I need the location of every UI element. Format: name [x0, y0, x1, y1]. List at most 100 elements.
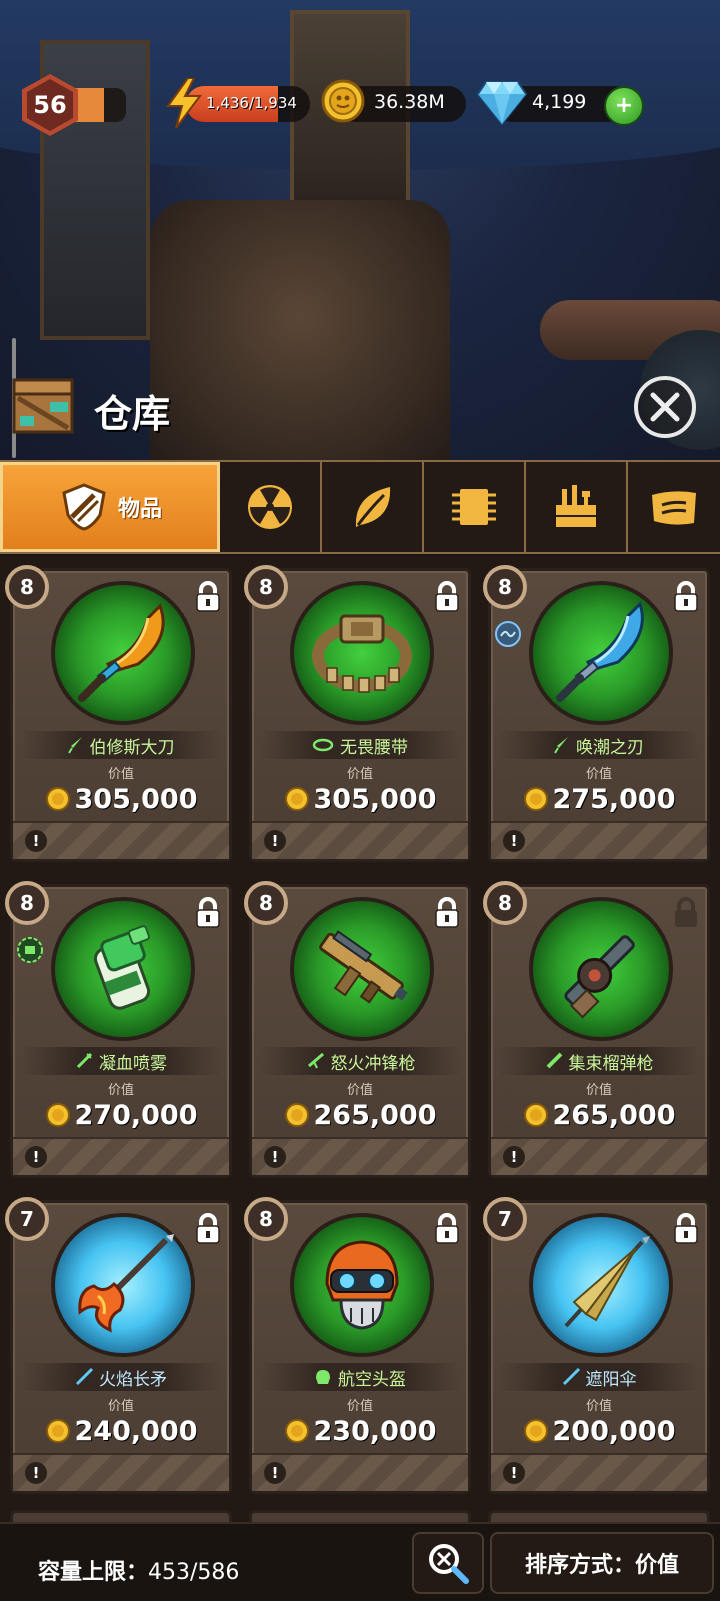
item-value: 265,000 — [552, 1099, 676, 1131]
tier-badge: 7 — [483, 1197, 527, 1241]
coin-icon — [321, 79, 365, 123]
item-card[interactable]: 8 无畏腰带 价值 305,000 ! — [244, 565, 471, 862]
lock-icon[interactable] — [434, 897, 460, 929]
item-card[interactable]: 8 唤潮之刃 价值 275,000 ! — [483, 565, 710, 862]
item-value: 275,000 — [552, 783, 676, 815]
coin-icon — [45, 787, 70, 811]
toolbox-icon — [556, 485, 596, 527]
item-name-row: 航空头盔 — [260, 1363, 460, 1391]
tab-toolbox[interactable] — [526, 462, 628, 552]
item-name-row: 火焰长矛 — [21, 1363, 221, 1391]
coin-icon — [284, 787, 309, 811]
value-label: 价值 — [346, 1083, 373, 1098]
item-name-row: 伯修斯大刀 — [21, 731, 221, 759]
add-gems-button[interactable]: + — [604, 86, 644, 126]
item-card[interactable]: 8 集束榴弹枪 价值 265,000 ! — [483, 881, 710, 1178]
lock-icon[interactable] — [195, 897, 221, 929]
tier-badge: 7 — [5, 1197, 49, 1241]
item-card-partial[interactable] — [488, 1510, 710, 1522]
value-row: 265,000 — [252, 1097, 468, 1133]
item-card[interactable]: 8 怒火冲锋枪 价值 265,000 ! — [244, 881, 471, 1178]
info-icon[interactable]: ! — [503, 1146, 525, 1168]
item-name-row: 无畏腰带 — [260, 731, 460, 759]
belt-icon — [312, 614, 412, 693]
value-row: 305,000 — [252, 781, 468, 817]
tab-label: 物品 — [117, 497, 162, 522]
generator-machine — [150, 200, 450, 460]
tier-badge: 8 — [244, 565, 288, 609]
value-row: 230,000 — [252, 1413, 468, 1449]
info-icon[interactable]: ! — [25, 1146, 47, 1168]
item-card[interactable]: 8 凝血喷雾 价值 270,000 ! — [5, 881, 232, 1178]
blue-blade-icon — [556, 601, 644, 702]
info-icon[interactable]: ! — [264, 1146, 286, 1168]
card-footer: ! — [491, 821, 707, 859]
filter-button[interactable] — [412, 1532, 484, 1594]
card-footer: ! — [491, 1453, 707, 1491]
card-footer: ! — [491, 1137, 707, 1175]
orange-blade-icon — [78, 603, 165, 702]
info-icon[interactable]: ! — [25, 1462, 47, 1484]
lock-icon[interactable] — [673, 897, 699, 929]
item-orb — [290, 581, 434, 725]
card-footer: ! — [252, 1137, 468, 1175]
item-name-row: 集束榴弹枪 — [499, 1047, 699, 1075]
level-value: 56 — [33, 91, 67, 119]
info-icon[interactable]: ! — [503, 830, 525, 852]
item-card-partial[interactable] — [249, 1510, 471, 1522]
energy-bar[interactable]: 1,436/1,934 — [186, 86, 310, 122]
item-card[interactable]: 8 伯修斯大刀 价值 305,000 ! — [5, 565, 232, 862]
item-name: 无畏腰带 — [340, 737, 408, 758]
item-name: 火焰长矛 — [99, 1369, 167, 1390]
info-icon[interactable]: ! — [503, 1462, 525, 1484]
value-label: 价值 — [585, 1083, 612, 1098]
info-icon[interactable]: ! — [264, 1462, 286, 1484]
tab-items[interactable]: 物品 — [0, 462, 220, 552]
coin-icon — [523, 787, 548, 811]
lock-icon[interactable] — [673, 1213, 699, 1245]
info-icon[interactable]: ! — [25, 830, 47, 852]
level-badge[interactable]: 56 — [22, 74, 78, 136]
value-label: 价值 — [107, 767, 134, 782]
item-orb — [529, 897, 673, 1041]
item-orb — [529, 1213, 673, 1357]
value-label: 价值 — [107, 1399, 134, 1414]
umbrella-icon — [564, 1236, 650, 1328]
lock-icon[interactable] — [195, 1213, 221, 1245]
scroll-icon — [652, 491, 696, 525]
coin-value: 36.38M — [374, 91, 445, 113]
item-card[interactable]: 8 航空头盔 价值 230,000 ! — [244, 1197, 471, 1494]
coin-icon — [523, 1419, 548, 1443]
search-filter-icon — [429, 1544, 469, 1584]
lock-icon[interactable] — [434, 1213, 460, 1245]
helmet-icon — [325, 1240, 399, 1330]
value-row: 305,000 — [13, 781, 229, 817]
item-name: 伯修斯大刀 — [89, 737, 175, 758]
item-name-row: 怒火冲锋枪 — [260, 1047, 460, 1075]
tier-badge: 8 — [244, 1197, 288, 1241]
leaf-icon — [355, 487, 391, 527]
smg-icon — [319, 930, 408, 1004]
blade-icon — [67, 737, 82, 754]
tab-scroll[interactable] — [628, 462, 720, 552]
item-card-partial[interactable] — [10, 1510, 232, 1522]
info-icon[interactable]: ! — [264, 830, 286, 852]
lock-icon[interactable] — [434, 581, 460, 613]
item-card[interactable]: 7 火焰长矛 价值 240,000 ! — [5, 1197, 232, 1494]
value-row: 240,000 — [13, 1413, 229, 1449]
tab-leaf[interactable] — [322, 462, 424, 552]
lock-icon[interactable] — [195, 581, 221, 613]
tab-radiation[interactable] — [220, 462, 322, 552]
close-icon — [650, 392, 680, 422]
tier-badge: 8 — [5, 565, 49, 609]
blade-icon — [554, 737, 568, 754]
item-orb — [51, 581, 195, 725]
tab-chip[interactable] — [424, 462, 526, 552]
close-button[interactable] — [634, 376, 696, 438]
item-card[interactable]: 7 遮阳伞 价值 200,000 ! — [483, 1197, 710, 1494]
item-name: 怒火冲锋枪 — [330, 1053, 416, 1074]
lock-icon[interactable] — [673, 581, 699, 613]
sort-button[interactable]: 排序方式：价值 — [490, 1532, 714, 1594]
value-row: 265,000 — [491, 1097, 707, 1133]
item-value: 230,000 — [313, 1415, 437, 1447]
